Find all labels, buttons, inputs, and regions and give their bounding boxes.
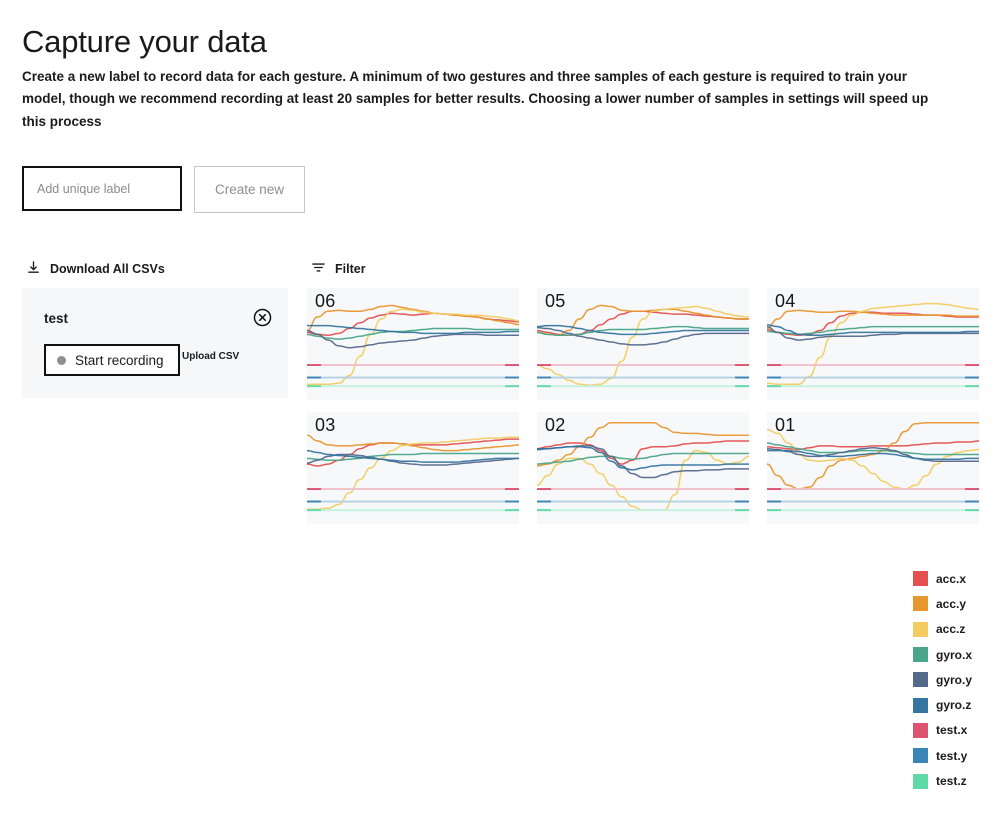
create-new-button[interactable]: Create new bbox=[194, 166, 305, 213]
sample-chart bbox=[767, 422, 979, 512]
legend-label: gyro.y bbox=[936, 672, 973, 687]
filter-button[interactable]: Filter bbox=[311, 260, 366, 278]
start-recording-label: Start recording bbox=[75, 352, 164, 368]
legend-label: acc.z bbox=[936, 622, 966, 637]
sample-tile[interactable]: 04 bbox=[767, 288, 979, 400]
legend-swatch bbox=[913, 697, 928, 713]
label-card-test: test Start recording Upload CSV bbox=[22, 288, 288, 398]
legend-label: test.y bbox=[936, 748, 968, 763]
legend-label: gyro.z bbox=[936, 698, 972, 713]
sample-chart bbox=[537, 422, 749, 512]
legend-item: test.y bbox=[913, 743, 993, 768]
legend-swatch bbox=[913, 571, 928, 587]
label-card-title: test bbox=[44, 311, 69, 326]
start-recording-button[interactable]: Start recording bbox=[44, 344, 180, 376]
legend-item: gyro.z bbox=[913, 692, 993, 717]
legend-label: gyro.x bbox=[936, 647, 973, 662]
legend-swatch bbox=[913, 647, 928, 663]
sample-chart bbox=[307, 304, 519, 388]
label-name-input[interactable] bbox=[22, 166, 182, 211]
filter-label: Filter bbox=[335, 262, 366, 276]
sample-chart bbox=[307, 434, 519, 512]
sample-chart bbox=[537, 304, 749, 388]
legend-item: acc.x bbox=[913, 566, 993, 591]
legend-swatch bbox=[913, 621, 928, 637]
legend-swatch bbox=[913, 722, 928, 738]
series-legend: acc.x acc.y acc.z gyro.x gyro.y gyro.z t… bbox=[913, 566, 993, 794]
legend-item: acc.y bbox=[913, 591, 993, 616]
sample-tile[interactable]: 02 bbox=[537, 412, 749, 524]
page-title: Capture your data bbox=[22, 23, 267, 59]
sample-chart bbox=[767, 302, 979, 388]
sample-tile[interactable]: 05 bbox=[537, 288, 749, 400]
legend-swatch bbox=[913, 748, 928, 764]
sample-tile[interactable]: 01 bbox=[767, 412, 979, 524]
sample-tile[interactable]: 06 bbox=[307, 288, 519, 400]
download-icon bbox=[26, 260, 41, 278]
close-circle-icon[interactable] bbox=[252, 307, 273, 328]
legend-item: test.z bbox=[913, 768, 993, 793]
legend-item: test.x bbox=[913, 718, 993, 743]
upload-csv-button[interactable]: Upload CSV bbox=[182, 351, 239, 362]
legend-swatch bbox=[913, 596, 928, 612]
record-dot-icon bbox=[57, 355, 66, 365]
download-all-csvs-button[interactable]: Download All CSVs bbox=[26, 260, 165, 278]
page-description: Create a new label to record data for ea… bbox=[22, 68, 929, 129]
legend-label: acc.x bbox=[936, 571, 967, 586]
legend-item: gyro.y bbox=[913, 667, 993, 692]
legend-swatch bbox=[913, 773, 928, 789]
download-all-csvs-label: Download All CSVs bbox=[50, 262, 165, 276]
legend-label: test.x bbox=[936, 723, 968, 738]
legend-item: gyro.x bbox=[913, 642, 993, 667]
capture-data-page: Capture your data Create a new label to … bbox=[0, 0, 994, 826]
legend-label: test.z bbox=[936, 774, 967, 789]
sample-tile[interactable]: 03 bbox=[307, 412, 519, 524]
filter-list-icon bbox=[311, 260, 326, 278]
samples-chart-grid: 06 05 04 03 02 01 bbox=[307, 288, 979, 524]
legend-item: acc.z bbox=[913, 617, 993, 642]
legend-swatch bbox=[913, 672, 928, 688]
legend-label: acc.y bbox=[936, 596, 967, 611]
